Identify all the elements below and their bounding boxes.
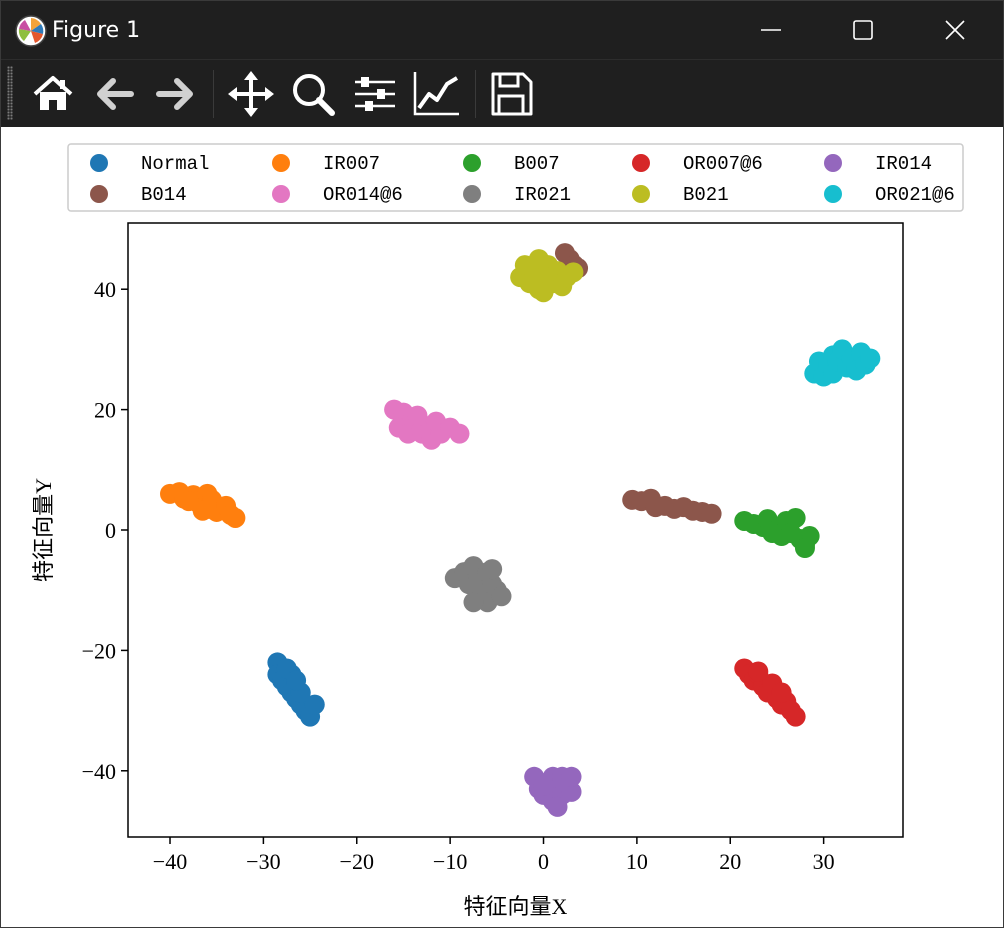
data-point <box>449 423 470 444</box>
data-point <box>192 500 213 521</box>
legend-marker <box>824 154 842 172</box>
legend-label: IR007 <box>323 153 380 175</box>
data-point <box>785 507 806 528</box>
maximize-button[interactable] <box>817 1 909 59</box>
data-point <box>561 766 582 787</box>
toolbar-separator <box>475 70 476 118</box>
scatter-chart: Normal IR007 B007 OR007@6 IR014 B014 OR014@6 IR… <box>31 143 964 919</box>
data-point <box>785 706 806 727</box>
y-tick-label: 40 <box>94 277 116 302</box>
legend-label: IR021 <box>514 184 571 206</box>
legend-label: B021 <box>683 184 729 206</box>
forward-arrow-icon <box>156 78 193 110</box>
save-button[interactable] <box>485 68 537 120</box>
subplots-button[interactable] <box>349 68 401 120</box>
legend-marker <box>90 185 108 203</box>
zoom-icon <box>293 74 335 116</box>
data-point <box>407 405 428 426</box>
y-axis: −40 −20 0 20 40 <box>82 277 128 784</box>
figure-canvas[interactable]: Normal IR007 B007 OR007@6 IR014 B014 OR014@6 IR… <box>1 127 1003 927</box>
pan-button[interactable] <box>225 68 277 120</box>
legend-label: B014 <box>141 184 187 206</box>
figure-window: Figure 1 Normal IR007 B007 OR007@6 IR014… <box>0 0 1004 928</box>
window-title: Figure 1 <box>52 18 141 43</box>
legend-label: OR014@6 <box>323 184 403 206</box>
x-tick-label: −30 <box>246 849 280 874</box>
customize-icon <box>413 72 459 116</box>
data-point <box>563 262 584 283</box>
legend-label: Normal <box>141 153 209 175</box>
close-button[interactable] <box>909 1 1001 59</box>
x-tick-label: 20 <box>719 849 741 874</box>
save-icon <box>491 72 533 116</box>
data-point <box>771 682 792 703</box>
data-point <box>533 775 554 796</box>
x-tick-label: −40 <box>153 849 187 874</box>
y-tick-label: 0 <box>105 518 116 543</box>
legend-label: B007 <box>514 153 560 175</box>
y-axis-label: 特征向量Y <box>31 478 56 582</box>
legend-marker <box>272 154 290 172</box>
y-tick-label: −40 <box>82 759 116 784</box>
legend-marker <box>272 185 290 203</box>
legend-marker <box>824 185 842 203</box>
legend-marker <box>463 185 481 203</box>
back-arrow-icon <box>97 78 134 110</box>
navigation-toolbar <box>1 59 1003 127</box>
pan-icon <box>228 71 274 117</box>
close-icon <box>945 20 965 40</box>
minimize-icon <box>761 29 781 31</box>
back-button[interactable] <box>89 68 141 120</box>
data-point <box>482 559 503 580</box>
home-button[interactable] <box>27 68 79 120</box>
minimize-button[interactable] <box>725 1 817 59</box>
data-point <box>794 538 815 559</box>
x-tick-label: 30 <box>813 849 835 874</box>
data-point <box>860 348 881 369</box>
data-point <box>225 507 246 528</box>
home-icon <box>33 76 73 110</box>
data-point <box>286 670 307 691</box>
maximize-icon <box>853 20 873 40</box>
x-axis-label: 特征向量X <box>464 894 568 919</box>
legend-label: OR021@6 <box>875 184 955 206</box>
x-tick-label: −20 <box>340 849 374 874</box>
data-point <box>547 796 568 817</box>
zoom-button[interactable] <box>287 68 339 120</box>
x-tick-label: −10 <box>433 849 467 874</box>
legend: Normal IR007 B007 OR007@6 IR014 B014 OR014@6 IR… <box>67 143 964 212</box>
legend-marker <box>90 154 108 172</box>
data-point <box>701 503 722 524</box>
matplotlib-logo-icon <box>15 15 47 47</box>
x-tick-label: 0 <box>538 849 549 874</box>
data-point <box>463 592 484 613</box>
x-axis: −40 −30 −20 −10 0 10 20 30 <box>153 837 835 874</box>
legend-marker <box>632 185 650 203</box>
toolbar-separator <box>213 70 214 118</box>
data-point <box>491 586 512 607</box>
subplots-icon <box>355 77 395 111</box>
forward-button[interactable] <box>149 68 201 120</box>
toolbar-grip[interactable] <box>7 66 13 120</box>
legend-label: OR007@6 <box>683 153 763 175</box>
x-tick-label: 10 <box>626 849 648 874</box>
title-bar[interactable]: Figure 1 <box>1 1 1003 59</box>
customize-button[interactable] <box>411 68 463 120</box>
y-tick-label: −20 <box>82 638 116 663</box>
data-point <box>762 523 783 544</box>
legend-marker <box>463 154 481 172</box>
legend-label: IR014 <box>875 153 932 175</box>
y-tick-label: 20 <box>94 398 116 423</box>
data-point <box>748 661 769 682</box>
legend-marker <box>632 154 650 172</box>
